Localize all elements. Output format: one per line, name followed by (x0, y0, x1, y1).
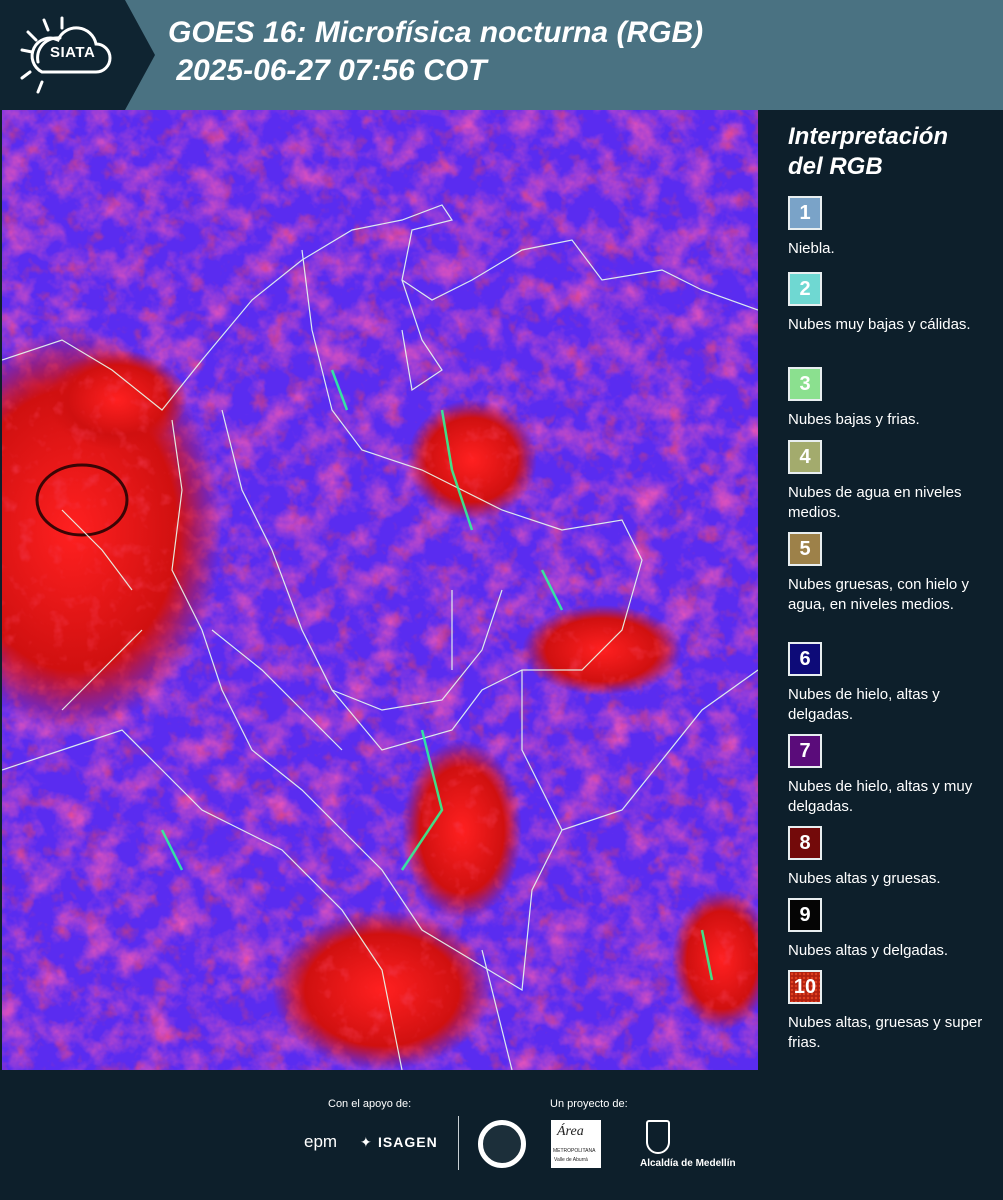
legend-swatch: 8 (788, 826, 822, 860)
legend-label: Nubes muy bajas y cálidas. (788, 316, 971, 333)
epm-logo: epm (304, 1132, 338, 1151)
legend-item-7: 7 Nubes de hielo, altas y muy delgadas. (788, 734, 988, 817)
legend-label: Nubes altas, gruesas y super frias. (788, 1014, 983, 1051)
alcaldia-label: Alcaldía de Medellín (640, 1158, 736, 1169)
legend-item-9: 9 Nubes altas y delgadas. (788, 898, 988, 961)
area-logo-line3: Valle de Aburrá (554, 1157, 588, 1163)
legend-item-3: 3 Nubes bajas y frias. (788, 367, 988, 430)
rgb-satellite-image (2, 110, 758, 1070)
university-seal-icon (478, 1120, 526, 1168)
page-title: GOES 16: Microfísica nocturna (RGB) 2025… (168, 16, 704, 87)
footer-divider (458, 1116, 459, 1170)
legend-item-5: 5 Nubes gruesas, con hielo y agua, en ni… (788, 532, 988, 615)
legend-label: Niebla. (788, 240, 835, 257)
legend-panel: Interpretación del RGB 1 Niebla. 2 Nubes… (778, 110, 993, 1070)
legend-label: Nubes gruesas, con hielo y agua, en nive… (788, 576, 969, 613)
footer: Con el apoyo de: Un proyecto de: epm ✦ I… (0, 1070, 1003, 1200)
isagen-logo: ISAGEN (378, 1134, 438, 1150)
satellite-map (2, 110, 758, 1070)
legend-label: Nubes de agua en niveles medios. (788, 484, 962, 521)
legend-item-2: 2 Nubes muy bajas y cálidas. (788, 272, 988, 335)
area-metropolitana-logo: Área METROPOLITANA Valle de Aburrá (551, 1120, 601, 1168)
legend-label: Nubes de hielo, altas y delgadas. (788, 686, 940, 723)
legend-item-10: 10 Nubes altas, gruesas y super frias. (788, 970, 988, 1053)
area-logo-title: Área (557, 1124, 584, 1139)
isagen-icon: ✦ (360, 1134, 372, 1150)
support-label: Con el apoyo de: (328, 1098, 412, 1110)
legend-swatch: 10 (788, 970, 822, 1004)
legend-swatch: 6 (788, 642, 822, 676)
legend-swatch: 3 (788, 367, 822, 401)
legend-title: Interpretación del RGB (788, 123, 949, 180)
legend-swatch: 5 (788, 532, 822, 566)
legend-label: Nubes bajas y frias. (788, 411, 920, 428)
legend-label: Nubes altas y delgadas. (788, 942, 949, 959)
legend-item-1: 1 Niebla. (788, 196, 988, 259)
legend-swatch: 2 (788, 272, 822, 306)
legend-item-8: 8 Nubes altas y gruesas. (788, 826, 988, 889)
logo-text: SIATA (50, 44, 96, 61)
project-label: Un proyecto de: (550, 1098, 628, 1110)
header-bar: SIATA GOES 16: Microfísica nocturna (RGB… (0, 0, 1003, 110)
legend-item-4: 4 Nubes de agua en niveles medios. (788, 440, 988, 523)
legend-label: Nubes de hielo, altas y muy delgadas. (788, 778, 973, 815)
legend-label: Nubes altas y gruesas. (788, 870, 941, 887)
medellin-shield-icon (646, 1120, 670, 1154)
siata-logo: SIATA (0, 0, 155, 110)
legend-swatch: 4 (788, 440, 822, 474)
area-logo-line2: METROPOLITANA (553, 1148, 596, 1154)
legend-swatch: 9 (788, 898, 822, 932)
legend-swatch: 1 (788, 196, 822, 230)
legend-item-6: 6 Nubes de hielo, altas y delgadas. (788, 642, 988, 725)
legend-swatch: 7 (788, 734, 822, 768)
